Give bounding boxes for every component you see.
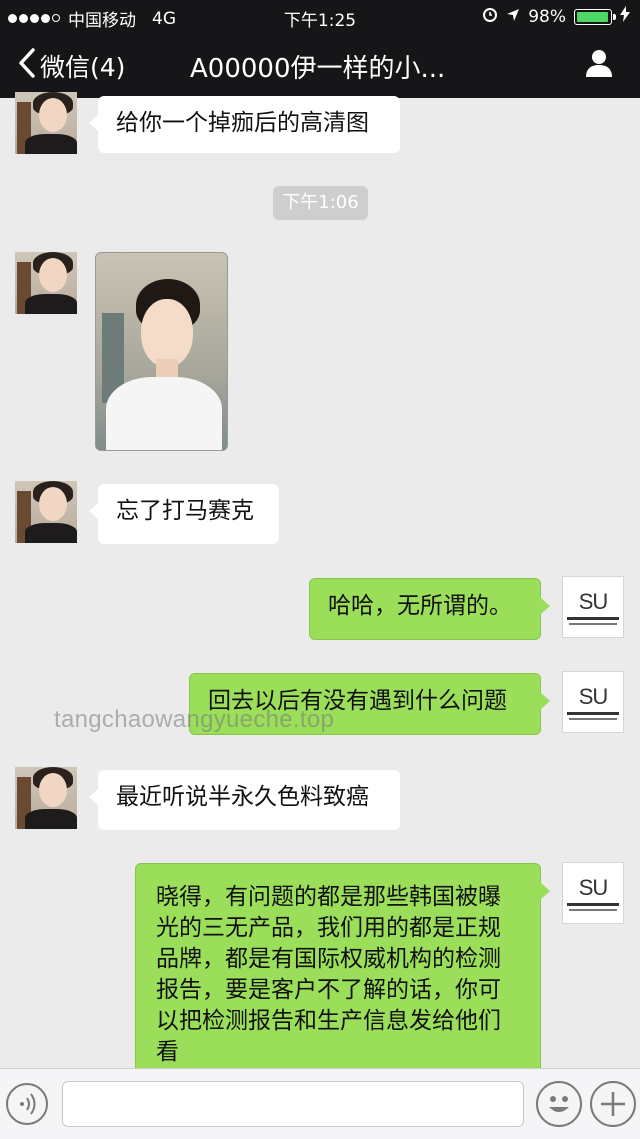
message-bubble-incoming[interactable]: 给你一个掉痂后的高清图 [89,96,400,153]
voice-icon [8,1093,46,1127]
message-bubble-outgoing[interactable]: 晓得，有问题的都是那些韩国被曝光的三无产品，我们用的都是正规品牌，都是有国际权威… [135,863,550,1078]
more-button[interactable] [590,1081,636,1127]
image-message[interactable] [95,252,228,451]
emoji-button[interactable] [536,1081,582,1127]
charging-icon [620,6,630,27]
chat-header: 微信(4) A00000伊一样的小... [0,32,640,98]
profile-button[interactable] [584,48,614,82]
my-avatar[interactable]: SU [562,862,624,924]
status-bar: 中国移动 4G 下午1:25 98% [0,0,640,32]
message-input[interactable] [62,1081,524,1127]
input-bar [0,1068,640,1139]
message-text: 给你一个掉痂后的高清图 [116,110,369,136]
contact-avatar[interactable] [15,252,77,314]
contact-avatar[interactable] [15,767,77,829]
chat-title: A00000伊一样的小... [190,54,446,84]
message-text: 哈哈，无所谓的。 [328,593,512,619]
alarm-icon [482,6,498,27]
back-label: 微信(4) [40,53,126,82]
emoji-icon [538,1096,580,1129]
message-text: 最近听说半永久色料致癌 [116,784,369,810]
message-text: 忘了打马赛克 [116,498,254,524]
battery-icon [574,8,616,25]
contact-avatar[interactable] [15,92,77,154]
message-text: 晓得，有问题的都是那些韩国被曝光的三无产品，我们用的都是正规品牌，都是有国际权威… [156,884,501,1065]
my-avatar[interactable]: SU [562,671,624,733]
clock: 下午1:25 [283,11,357,31]
watermark: tangchaowangyueche.top [54,706,335,733]
message-bubble-outgoing[interactable]: 哈哈，无所谓的。 [309,578,550,640]
location-arrow-icon [506,7,520,27]
chevron-left-icon [18,48,40,84]
message-bubble-incoming[interactable]: 忘了打马赛克 [89,484,279,544]
message-timestamp: 下午1:06 [273,186,368,220]
contact-avatar[interactable] [15,481,77,543]
person-icon [584,50,614,82]
message-bubble-incoming[interactable]: 最近听说半永久色料致癌 [89,770,400,830]
battery-percent: 98% [528,6,566,27]
voice-button[interactable] [6,1083,48,1125]
my-avatar[interactable]: SU [562,576,624,638]
plus-icon [592,1092,634,1129]
back-button[interactable]: 微信(4) [18,48,125,84]
